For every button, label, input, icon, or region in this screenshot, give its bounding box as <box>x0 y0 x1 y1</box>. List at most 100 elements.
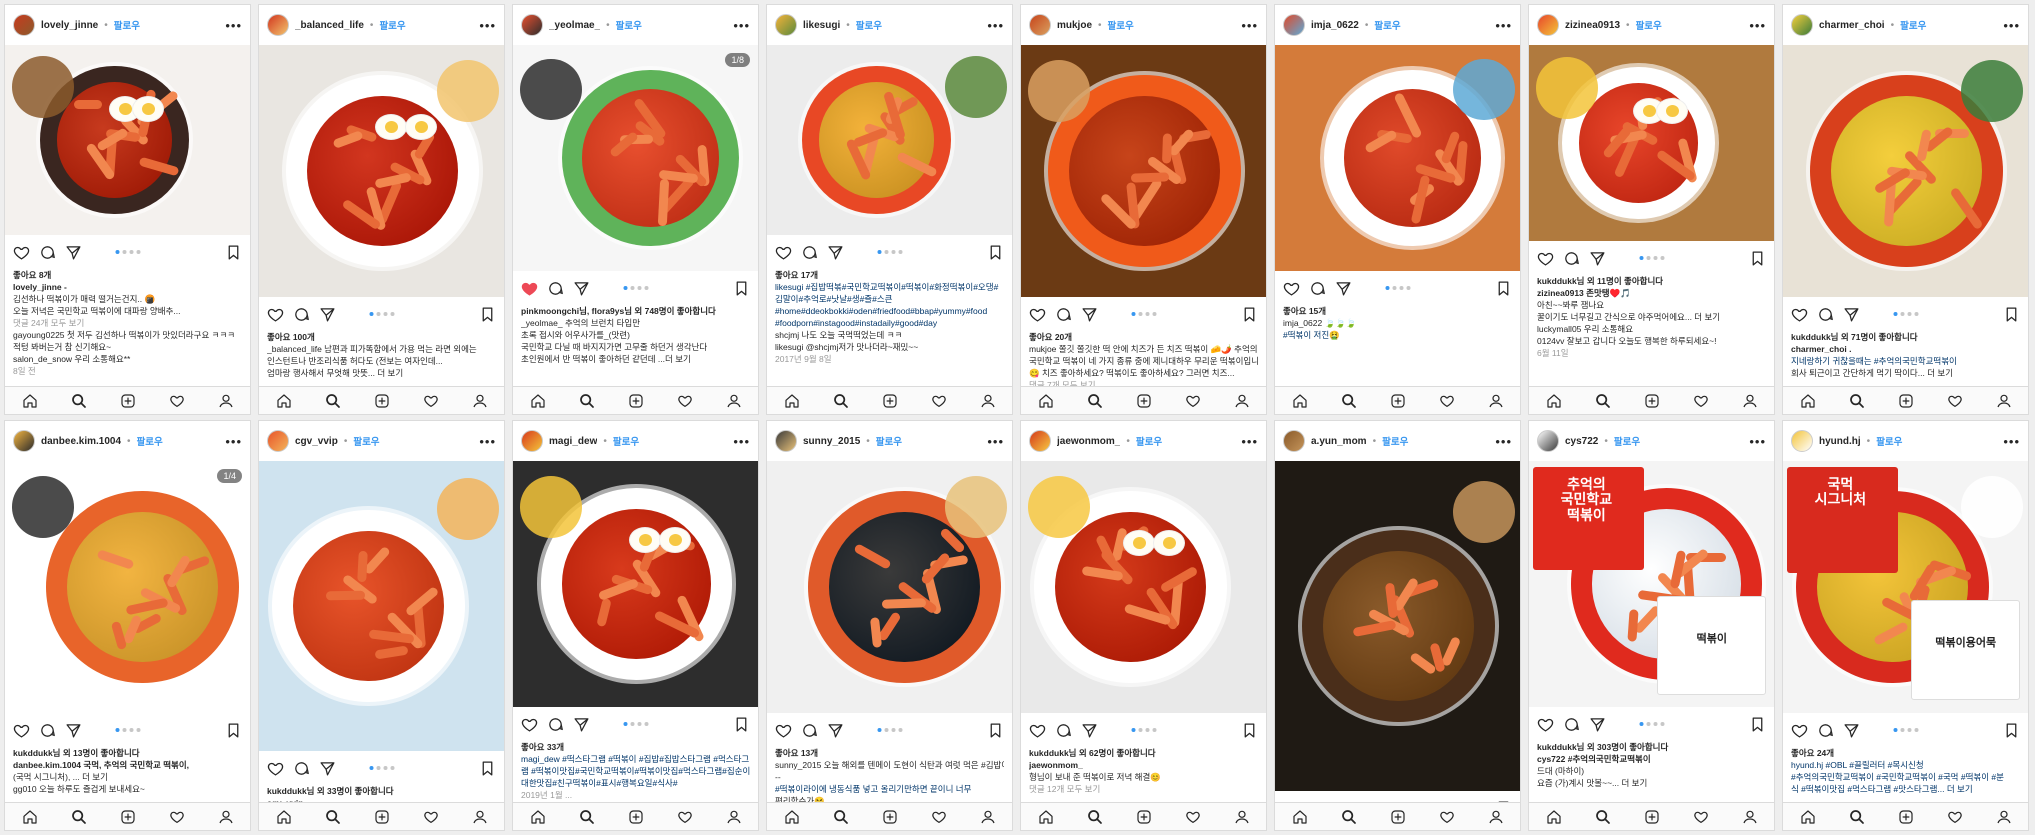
activity-heart-icon[interactable] <box>169 393 185 409</box>
comment-bubble-icon[interactable] <box>293 760 310 777</box>
comment-bubble-icon[interactable] <box>801 244 818 261</box>
avatar[interactable] <box>775 430 797 452</box>
follow-button[interactable]: 팔로우 <box>1876 434 1902 448</box>
more-options-icon[interactable]: ••• <box>1749 435 1766 448</box>
post-username[interactable]: mukjoe <box>1057 20 1092 31</box>
more-options-icon[interactable]: ••• <box>2003 435 2020 448</box>
more-options-icon[interactable]: ••• <box>987 435 1004 448</box>
post-photo[interactable] <box>259 461 504 751</box>
profile-icon[interactable] <box>218 809 234 825</box>
add-post-icon[interactable] <box>628 393 644 409</box>
post-photo[interactable]: 1/4 <box>5 461 250 713</box>
bookmark-icon[interactable] <box>987 722 1004 739</box>
bookmark-icon[interactable] <box>733 716 750 733</box>
post-username[interactable]: magi_dew <box>549 436 597 447</box>
avatar[interactable] <box>267 430 289 452</box>
avatar[interactable] <box>13 430 35 452</box>
like-heart-icon[interactable] <box>1791 306 1808 323</box>
profile-icon[interactable] <box>1488 809 1504 825</box>
comment-bubble-icon[interactable] <box>39 244 56 261</box>
profile-icon[interactable] <box>1742 393 1758 409</box>
post-photo[interactable]: 국먹 시그니처 떡볶이용어묵 <box>1783 461 2028 713</box>
post-username[interactable]: zizinea0913 <box>1565 20 1620 31</box>
add-post-icon[interactable] <box>374 393 390 409</box>
post-username[interactable]: charmer_choi <box>1819 20 1885 31</box>
share-direct-icon[interactable] <box>1335 280 1352 297</box>
profile-icon[interactable] <box>218 393 234 409</box>
more-options-icon[interactable]: ••• <box>1241 19 1258 32</box>
more-options-icon[interactable]: ••• <box>987 19 1004 32</box>
post-photo[interactable] <box>767 45 1012 235</box>
activity-heart-icon[interactable] <box>1947 809 1963 825</box>
post-username[interactable]: hyund.hj <box>1819 436 1861 447</box>
home-icon[interactable] <box>1546 393 1562 409</box>
comment-bubble-icon[interactable] <box>801 722 818 739</box>
like-heart-icon[interactable] <box>1283 280 1300 297</box>
activity-heart-icon[interactable] <box>931 393 947 409</box>
post-username[interactable]: _balanced_life <box>295 20 364 31</box>
avatar[interactable] <box>267 14 289 36</box>
post-username[interactable]: jaewonmom_ <box>1057 436 1120 447</box>
home-icon[interactable] <box>1038 393 1054 409</box>
share-direct-icon[interactable] <box>573 716 590 733</box>
add-post-icon[interactable] <box>1898 393 1914 409</box>
add-post-icon[interactable] <box>120 393 136 409</box>
like-heart-icon[interactable] <box>521 716 538 733</box>
activity-heart-icon[interactable] <box>423 809 439 825</box>
profile-icon[interactable] <box>1488 393 1504 409</box>
search-icon[interactable] <box>1087 393 1103 409</box>
more-options-icon[interactable]: ••• <box>733 19 750 32</box>
like-heart-filled-icon[interactable] <box>521 280 538 297</box>
activity-heart-icon[interactable] <box>1185 809 1201 825</box>
add-post-icon[interactable] <box>628 809 644 825</box>
post-photo[interactable] <box>767 461 1012 713</box>
post-username[interactable]: _yeolmae_ <box>549 20 600 31</box>
bookmark-icon[interactable] <box>1241 722 1258 739</box>
add-post-icon[interactable] <box>1136 393 1152 409</box>
share-direct-icon[interactable] <box>1081 306 1098 323</box>
share-direct-icon[interactable] <box>827 244 844 261</box>
more-options-icon[interactable]: ••• <box>479 19 496 32</box>
search-icon[interactable] <box>579 809 595 825</box>
bookmark-icon[interactable] <box>479 760 496 777</box>
like-heart-icon[interactable] <box>1537 250 1554 267</box>
like-heart-icon[interactable] <box>267 760 284 777</box>
like-heart-icon[interactable] <box>267 306 284 323</box>
post-photo[interactable] <box>1275 461 1520 791</box>
share-direct-icon[interactable] <box>827 722 844 739</box>
home-icon[interactable] <box>22 393 38 409</box>
post-username[interactable]: imja_0622 <box>1311 20 1359 31</box>
bookmark-icon[interactable] <box>2003 306 2020 323</box>
search-icon[interactable] <box>579 393 595 409</box>
profile-icon[interactable] <box>1234 393 1250 409</box>
activity-heart-icon[interactable] <box>1693 809 1709 825</box>
add-post-icon[interactable] <box>1136 809 1152 825</box>
share-direct-icon[interactable] <box>573 280 590 297</box>
add-post-icon[interactable] <box>1390 393 1406 409</box>
post-photo[interactable] <box>1275 45 1520 271</box>
follow-button[interactable]: 팔로우 <box>1108 18 1134 32</box>
add-post-icon[interactable] <box>882 809 898 825</box>
bookmark-icon[interactable] <box>1241 306 1258 323</box>
share-direct-icon[interactable] <box>1081 722 1098 739</box>
share-direct-icon[interactable] <box>1589 716 1606 733</box>
follow-button[interactable]: 팔로우 <box>1374 18 1400 32</box>
profile-icon[interactable] <box>980 809 996 825</box>
more-options-icon[interactable]: ••• <box>1749 19 1766 32</box>
post-username[interactable]: danbee.kim.1004 <box>41 436 121 447</box>
profile-icon[interactable] <box>726 393 742 409</box>
like-heart-icon[interactable] <box>775 244 792 261</box>
home-icon[interactable] <box>1292 393 1308 409</box>
follow-button[interactable]: 팔로우 <box>1900 18 1926 32</box>
more-options-icon[interactable]: ••• <box>733 435 750 448</box>
post-username[interactable]: cgv_vvip <box>295 436 338 447</box>
like-heart-icon[interactable] <box>13 722 30 739</box>
home-icon[interactable] <box>530 809 546 825</box>
follow-button[interactable]: 팔로우 <box>856 18 882 32</box>
more-options-icon[interactable]: ••• <box>225 435 242 448</box>
avatar[interactable] <box>13 14 35 36</box>
add-post-icon[interactable] <box>882 393 898 409</box>
follow-button[interactable]: 팔로우 <box>1382 434 1408 448</box>
like-heart-icon[interactable] <box>1791 722 1808 739</box>
like-heart-icon[interactable] <box>775 722 792 739</box>
